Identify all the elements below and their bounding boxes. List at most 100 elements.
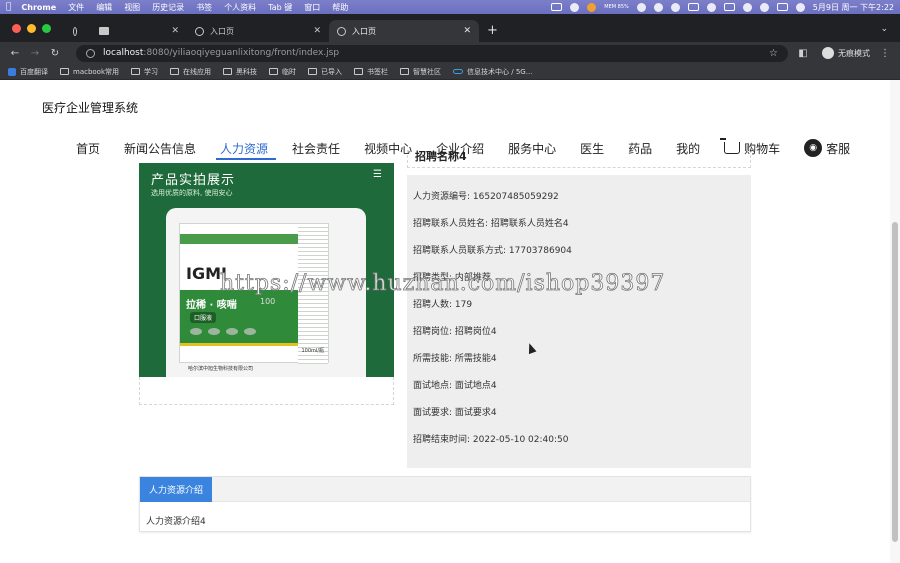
- user-icon[interactable]: [759, 2, 769, 12]
- close-tab-icon[interactable]: ✕: [463, 26, 471, 36]
- menu-app-name[interactable]: Chrome: [21, 3, 56, 12]
- menu-file[interactable]: 文件: [68, 2, 84, 13]
- web-page: 医疗企业管理系统 产品实拍展示 选用优质的原料, 使用安心 ☰ IGMI 拉稀 …: [0, 80, 900, 563]
- new-tab-icon[interactable]: +: [479, 23, 506, 42]
- record-icon[interactable]: [670, 2, 680, 12]
- site-title: 医疗企业管理系统: [42, 101, 139, 115]
- nav-mine[interactable]: 我的: [664, 137, 712, 159]
- detail-row-skills: 所需技能: 所需技能4: [413, 354, 497, 364]
- tab-entry-1[interactable]: 入口页 ✕: [187, 20, 329, 42]
- close-tab-icon[interactable]: ✕: [313, 26, 321, 36]
- nav-service[interactable]: 服务中心: [496, 137, 568, 159]
- folder-icon: [60, 68, 69, 75]
- menu-bookmarks[interactable]: 书签: [196, 2, 212, 13]
- folder-icon: [131, 68, 141, 75]
- tab-hr-intro[interactable]: 人力资源介绍: [140, 477, 213, 502]
- page-scrollbar[interactable]: [890, 80, 900, 563]
- tab-label: 入口页: [210, 26, 234, 36]
- nav-video[interactable]: 视频中心: [352, 137, 424, 159]
- window-icon: [99, 27, 109, 35]
- bookmark-temp[interactable]: 临时: [269, 67, 296, 77]
- bookmark-bar[interactable]: 书签栏: [354, 67, 388, 77]
- tab-entry-active[interactable]: 入口页 ✕: [329, 20, 479, 42]
- info-icon[interactable]: [86, 48, 95, 58]
- intro-panel: 人力资源介绍 人力资源介绍4: [139, 476, 751, 532]
- menu-history[interactable]: 历史记录: [152, 2, 184, 13]
- nav-company[interactable]: 企业介绍: [424, 137, 496, 159]
- reload-icon[interactable]: ↻: [48, 48, 62, 59]
- menu-edit[interactable]: 编辑: [96, 2, 112, 13]
- bookmark-smart-community[interactable]: 智慧社区: [400, 67, 441, 77]
- maximize-window-icon[interactable]: [42, 24, 51, 33]
- bookmark-it-center[interactable]: 信息技术中心 / 5G...: [453, 67, 532, 77]
- nav-medicine[interactable]: 药品: [616, 137, 664, 159]
- menu-tab[interactable]: Tab 键: [268, 2, 292, 13]
- nav-hr[interactable]: 人力资源: [208, 137, 280, 160]
- bookmark-star-icon[interactable]: ☆: [769, 48, 778, 59]
- globe-icon: [195, 26, 204, 36]
- apple-icon[interactable]: : [6, 2, 11, 12]
- vs-icon[interactable]: [551, 3, 563, 11]
- close-tab-icon[interactable]: ✕: [171, 26, 179, 36]
- nav-customer-service[interactable]: ◉ 客服: [792, 137, 862, 159]
- nav-news[interactable]: 新闻公告信息: [112, 137, 208, 159]
- incognito-indicator[interactable]: 无痕模式: [822, 47, 870, 59]
- tab-globe[interactable]: [65, 20, 91, 42]
- status-icons: MEM 85% 5月9日 周一 下午2:22: [551, 2, 894, 13]
- minimize-window-icon[interactable]: [27, 24, 36, 33]
- url-host: localhost: [103, 48, 144, 58]
- forward-icon[interactable]: →: [28, 48, 42, 59]
- bookmark-baidu-translate[interactable]: 百度翻译: [8, 67, 48, 77]
- hamburger-icon: ☰: [373, 169, 382, 180]
- more-menu-icon[interactable]: ⋮: [878, 48, 892, 59]
- bookmark-study[interactable]: 学习: [131, 67, 158, 77]
- bookmark-black-tech[interactable]: 黑科技: [223, 67, 257, 77]
- product-name: 拉稀 · 咳喘: [186, 300, 237, 311]
- link-icon: [453, 69, 464, 74]
- sidebar-icon[interactable]: ◧: [796, 48, 810, 59]
- bookmarks-bar: 百度翻译 macbook常用 学习 在线应用 黑科技 临时 已导入 书签栏 智慧…: [0, 64, 900, 80]
- nav-home[interactable]: 首页: [64, 137, 112, 159]
- app-orange-icon[interactable]: [587, 2, 597, 12]
- window-controls: [0, 24, 65, 42]
- clock[interactable]: 5月9日 周一 下午2:22: [813, 2, 894, 13]
- back-icon[interactable]: ←: [8, 48, 22, 59]
- tab-blank[interactable]: ✕: [91, 20, 187, 42]
- menu-view[interactable]: 视图: [124, 2, 140, 13]
- bell-icon[interactable]: [636, 2, 646, 12]
- address-bar[interactable]: localhost:8080/yiliaoqiyeguanlixitong/fr…: [76, 44, 788, 62]
- cart-icon: [720, 138, 741, 154]
- minus-circle-icon[interactable]: [570, 2, 580, 12]
- battery-icon[interactable]: [723, 3, 735, 11]
- menu-profile[interactable]: 个人资料: [224, 2, 256, 13]
- wifi-icon[interactable]: [742, 2, 752, 12]
- memory-indicator[interactable]: MEM 85%: [604, 4, 629, 10]
- at-icon[interactable]: [653, 2, 663, 12]
- nav-cart[interactable]: 购物车: [712, 137, 792, 159]
- bookmark-online-apps[interactable]: 在线应用: [170, 67, 211, 77]
- nav-social[interactable]: 社会责任: [280, 137, 352, 159]
- window-icon[interactable]: [687, 3, 699, 11]
- search-icon[interactable]: [795, 2, 805, 12]
- control-center-icon[interactable]: [776, 3, 788, 11]
- product-image[interactable]: 产品实拍展示 选用优质的原料, 使用安心 ☰ IGMI 拉稀 · 咳喘 100 …: [139, 163, 394, 377]
- close-window-icon[interactable]: [12, 24, 21, 33]
- menu-help[interactable]: 帮助: [332, 2, 348, 13]
- thumbnail-strip: [139, 377, 394, 405]
- tab-label: 入口页: [352, 26, 376, 36]
- chevron-down-icon[interactable]: ⌄: [868, 24, 900, 42]
- nav-doctor[interactable]: 医生: [568, 137, 616, 159]
- menu-window[interactable]: 窗口: [304, 2, 320, 13]
- scrollbar-thumb[interactable]: [892, 222, 898, 542]
- detail-row-type: 招聘类型: 内部推荐: [413, 273, 491, 283]
- bookmark-macbook[interactable]: macbook常用: [60, 67, 119, 77]
- folder-icon: [308, 68, 318, 75]
- url-path: :8080/yiliaoqiyeguanlixitong/front/index…: [143, 48, 340, 58]
- translate-icon: [8, 67, 16, 76]
- detail-row-count: 招聘人数: 179: [413, 300, 473, 310]
- detail-row-requirements: 面试要求: 面试要求4: [413, 408, 497, 418]
- detail-row-position: 招聘岗位: 招聘岗位4: [413, 327, 497, 337]
- bookmark-imported[interactable]: 已导入: [308, 67, 342, 77]
- bluetooth-icon[interactable]: [706, 2, 716, 12]
- os-menu-bar:  Chrome 文件 编辑 视图 历史记录 书签 个人资料 Tab 键 窗口 …: [0, 0, 900, 14]
